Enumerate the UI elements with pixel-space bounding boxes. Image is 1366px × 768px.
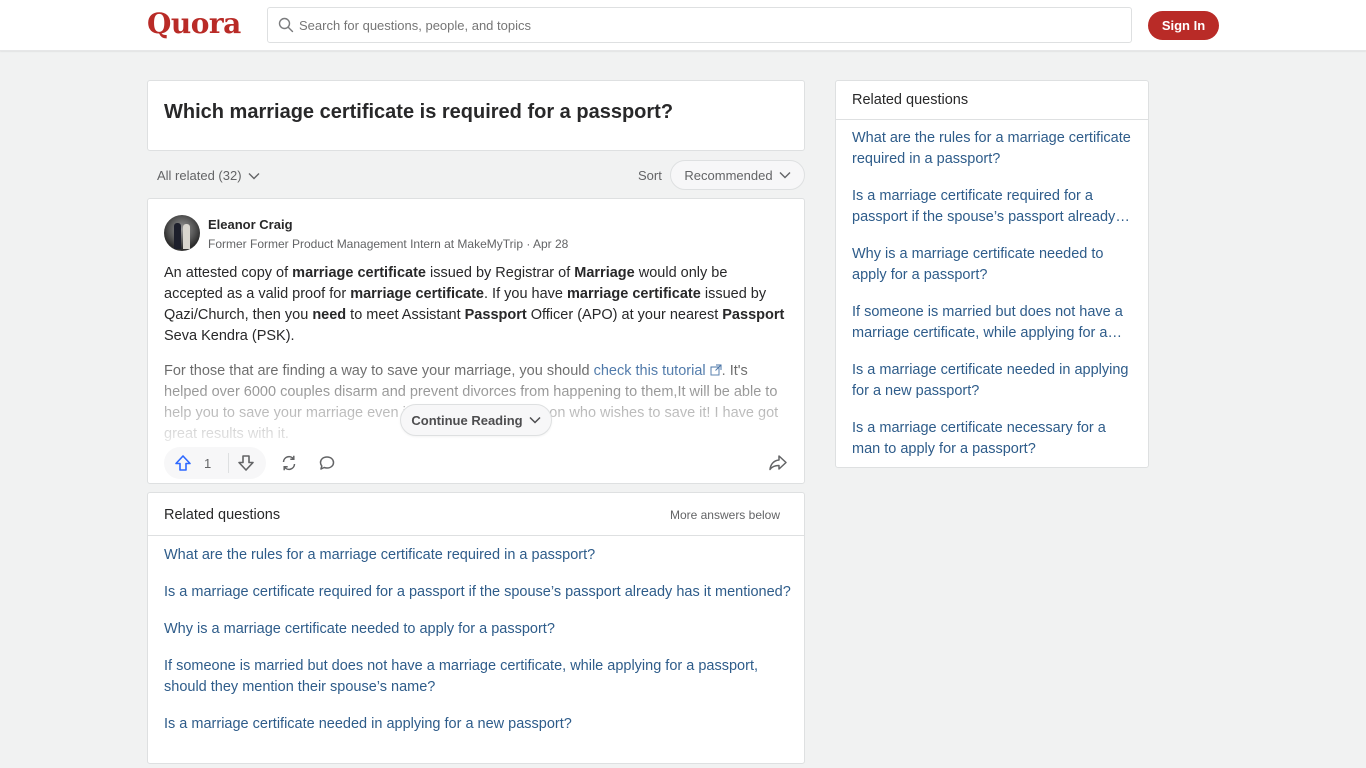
top-header: Quora Sign In xyxy=(0,0,1366,51)
chevron-down-icon xyxy=(529,416,541,424)
answer-text: issued by Registrar of xyxy=(425,265,575,281)
sidebar-questions-list: What are the rules for a marriage certif… xyxy=(852,128,1137,476)
sidebar-question-link[interactable]: If someone is married but does not have … xyxy=(852,302,1137,344)
sort-value: Recommended xyxy=(684,167,773,183)
answer-text: An attested copy of xyxy=(164,265,293,281)
sidebar-header: Related questions xyxy=(836,81,1148,120)
quora-logo[interactable]: Quora xyxy=(147,7,241,40)
related-questions-title: Related questions xyxy=(164,507,281,523)
answer-actions: 1 xyxy=(164,447,790,479)
answer-text: Seva Kendra (PSK). xyxy=(164,328,295,344)
highlighted-term: Passport xyxy=(722,307,785,323)
author-avatar[interactable] xyxy=(164,215,200,251)
related-questions-main: Related questions More answers below Wha… xyxy=(147,492,805,764)
sidebar-question-link[interactable]: Is a marriage certificate needed in appl… xyxy=(852,360,1137,402)
answer-text: Officer (APO) at your nearest xyxy=(526,307,723,323)
sort-label: Sort xyxy=(638,168,662,183)
related-question-link[interactable]: Why is a marriage certificate needed to … xyxy=(164,619,794,640)
upvote-count: 1 xyxy=(204,456,212,471)
search-bar[interactable] xyxy=(267,7,1132,43)
related-question-link[interactable]: If someone is married but does not have … xyxy=(164,656,794,698)
sidebar-question-link[interactable]: Is a marriage certificate necessary for … xyxy=(852,418,1137,460)
chevron-down-icon xyxy=(248,172,260,179)
continue-reading-button[interactable]: Continue Reading xyxy=(400,404,552,436)
author-credential: Former Former Product Management Intern … xyxy=(208,237,569,251)
answer-card: Eleanor Craig Former Former Product Mana… xyxy=(147,198,805,484)
sidebar-question-link[interactable]: Is a marriage certificate required for a… xyxy=(852,186,1137,228)
sidebar-question-link[interactable]: Why is a marriage certificate needed to … xyxy=(852,244,1137,286)
related-question-link[interactable]: Is a marriage certificate required for a… xyxy=(164,582,794,603)
related-question-link[interactable]: What are the rules for a marriage certif… xyxy=(164,545,794,566)
all-related-label: All related (32) xyxy=(157,168,242,183)
sign-in-button[interactable]: Sign In xyxy=(1148,11,1219,40)
answer-text: to meet Assistant xyxy=(346,307,465,323)
external-link-icon xyxy=(710,364,722,376)
chevron-down-icon xyxy=(779,172,791,179)
sidebar-question-link[interactable]: What are the rules for a marriage certif… xyxy=(852,128,1137,170)
highlighted-term: Passport xyxy=(464,307,527,323)
highlighted-term: marriage certificate xyxy=(567,286,701,302)
reshare-icon[interactable] xyxy=(280,454,298,472)
vote-divider xyxy=(228,453,229,473)
comment-icon[interactable] xyxy=(318,454,336,472)
tutorial-link[interactable]: check this tutorial xyxy=(594,363,722,379)
answer-filter-bar: All related (32) Sort Recommended xyxy=(147,160,805,190)
highlighted-term: Marriage xyxy=(574,265,635,281)
question-title: Which marriage certificate is required f… xyxy=(164,101,674,123)
more-answers-below: More answers below xyxy=(669,508,780,522)
search-input[interactable] xyxy=(299,17,1099,33)
search-icon xyxy=(278,17,294,33)
answer-text: . If you have xyxy=(484,286,568,302)
related-questions-sidebar: Related questions What are the rules for… xyxy=(835,80,1149,468)
highlighted-term: marriage certificate xyxy=(292,265,426,281)
related-questions-list: What are the rules for a marriage certif… xyxy=(164,545,794,751)
sidebar-title: Related questions xyxy=(852,92,969,108)
downvote-icon[interactable] xyxy=(237,454,255,472)
answer-paragraph-1: An attested copy of marriage certificate… xyxy=(164,263,790,347)
related-questions-header: Related questions More answers below xyxy=(148,493,804,536)
question-card: Which marriage certificate is required f… xyxy=(147,80,805,151)
highlighted-term: marriage certificate xyxy=(350,286,484,302)
sort-dropdown[interactable]: Recommended xyxy=(670,160,805,190)
upvote-icon[interactable] xyxy=(174,454,192,472)
author-name[interactable]: Eleanor Craig xyxy=(208,217,293,232)
all-related-dropdown[interactable]: All related (32) xyxy=(157,168,260,183)
vote-pill: 1 xyxy=(164,447,266,479)
share-icon[interactable] xyxy=(768,454,788,472)
highlighted-term: need xyxy=(312,307,347,323)
related-question-link[interactable]: Is a marriage certificate needed in appl… xyxy=(164,714,794,735)
